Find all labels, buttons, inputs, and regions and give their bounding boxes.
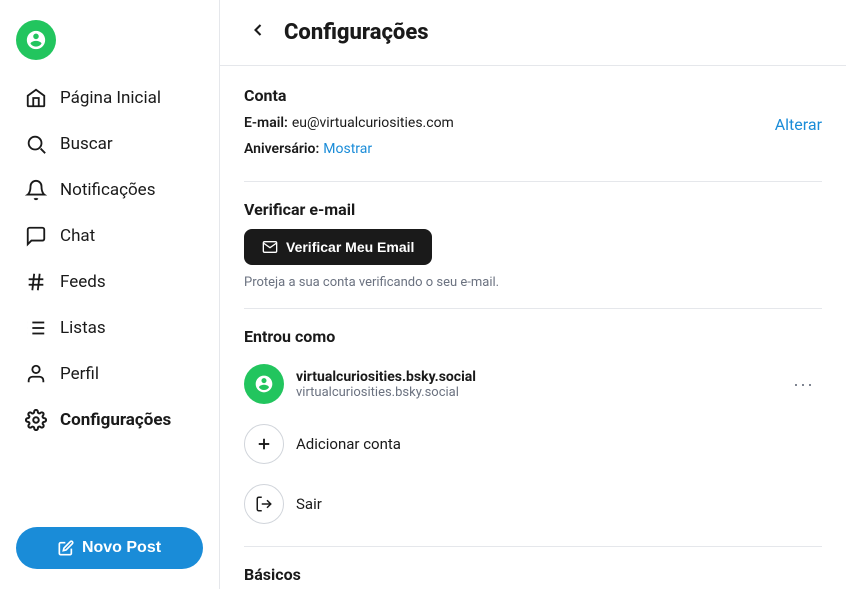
conta-email-row: E-mail: eu@virtualcuriosities.com Aniver…: [244, 115, 822, 163]
hash-icon: [24, 270, 48, 294]
divider-3: [244, 546, 822, 547]
aniversario-link[interactable]: Mostrar: [323, 141, 372, 157]
sidebar-nav: Página Inicial Buscar Notificações: [0, 76, 219, 511]
basicos-section: Básicos Acessibilidade: [244, 565, 822, 589]
at-icon: [25, 29, 47, 51]
sidebar-item-search[interactable]: Buscar: [8, 122, 211, 166]
aniversario-label: Aniversário:: [244, 141, 319, 157]
home-icon: [24, 86, 48, 110]
add-account-icon-circle: [244, 424, 284, 464]
main-panel: Configurações Conta E-mail: eu@virtualcu…: [220, 0, 846, 589]
sidebar-item-search-label: Buscar: [60, 134, 113, 154]
sidebar-item-settings[interactable]: Configurações: [8, 398, 211, 442]
add-account-label: Adicionar conta: [296, 435, 401, 453]
divider-2: [244, 308, 822, 309]
basicos-section-title: Básicos: [244, 565, 822, 584]
email-label: E-mail:: [244, 115, 288, 131]
divider-1: [244, 181, 822, 182]
edit-icon: [58, 540, 74, 556]
verify-section: Verificar e-mail Verificar Meu Email Pro…: [244, 200, 822, 290]
sair-label: Sair: [296, 495, 322, 513]
new-post-label: Novo Post: [82, 539, 161, 557]
page-title: Configurações: [284, 20, 429, 45]
account-handle-main: virtualcuriosities.bsky.social: [296, 369, 773, 385]
sair-icon-circle: [244, 484, 284, 524]
verify-description: Proteja a sua conta verificando o seu e-…: [244, 275, 822, 290]
sidebar-item-chat[interactable]: Chat: [8, 214, 211, 258]
verify-section-title: Verificar e-mail: [244, 200, 822, 219]
account-handle-sub: virtualcuriosities.bsky.social: [296, 385, 773, 400]
sidebar-item-chat-label: Chat: [60, 226, 95, 246]
main-header: Configurações: [220, 0, 846, 66]
logout-icon: [255, 495, 273, 513]
entrou-section-title: Entrou como: [244, 327, 822, 346]
account-at-icon: [254, 374, 274, 394]
sidebar-item-notifications-label: Notificações: [60, 180, 155, 200]
chat-icon: [24, 224, 48, 248]
sidebar-item-feeds-label: Feeds: [60, 272, 106, 292]
account-row[interactable]: virtualcuriosities.bsky.social virtualcu…: [244, 360, 822, 408]
sair-row[interactable]: Sair: [244, 480, 822, 528]
plus-icon: [255, 435, 273, 453]
back-icon: [248, 20, 268, 40]
person-icon: [24, 362, 48, 386]
sidebar-item-home-label: Página Inicial: [60, 88, 161, 108]
bell-icon: [24, 178, 48, 202]
user-avatar[interactable]: [16, 20, 56, 60]
sidebar-item-settings-label: Configurações: [60, 410, 171, 430]
back-button[interactable]: [244, 16, 272, 49]
search-icon: [24, 132, 48, 156]
sidebar: Página Inicial Buscar Notificações: [0, 0, 220, 589]
sidebar-item-home[interactable]: Página Inicial: [8, 76, 211, 120]
account-info: virtualcuriosities.bsky.social virtualcu…: [296, 369, 773, 400]
conta-info: E-mail: eu@virtualcuriosities.com Aniver…: [244, 115, 454, 163]
sidebar-item-profile-label: Perfil: [60, 364, 99, 384]
sidebar-item-profile[interactable]: Perfil: [8, 352, 211, 396]
sidebar-item-feeds[interactable]: Feeds: [8, 260, 211, 304]
list-icon: [24, 316, 48, 340]
email-value: eu@virtualcuriosities.com: [292, 115, 454, 131]
more-options-button[interactable]: ···: [785, 370, 822, 399]
new-post-button[interactable]: Novo Post: [16, 527, 203, 569]
verify-email-button[interactable]: Verificar Meu Email: [244, 229, 432, 265]
aniversario-row: Aniversário: Mostrar: [244, 141, 454, 157]
verify-button-label: Verificar Meu Email: [286, 239, 414, 255]
settings-content: Conta E-mail: eu@virtualcuriosities.com …: [220, 66, 846, 589]
conta-section: Conta E-mail: eu@virtualcuriosities.com …: [244, 86, 822, 163]
alterar-link[interactable]: Alterar: [775, 115, 822, 134]
entrou-section: Entrou como virtualcuriosities.bsky.soci…: [244, 327, 822, 528]
account-avatar: [244, 364, 284, 404]
add-account-row[interactable]: Adicionar conta: [244, 420, 822, 468]
sidebar-item-lists[interactable]: Listas: [8, 306, 211, 350]
gear-icon: [24, 408, 48, 432]
sidebar-item-notifications[interactable]: Notificações: [8, 168, 211, 212]
email-row: E-mail: eu@virtualcuriosities.com: [244, 115, 454, 131]
email-icon: [262, 239, 278, 255]
sidebar-item-lists-label: Listas: [60, 318, 106, 338]
conta-section-title: Conta: [244, 86, 822, 105]
